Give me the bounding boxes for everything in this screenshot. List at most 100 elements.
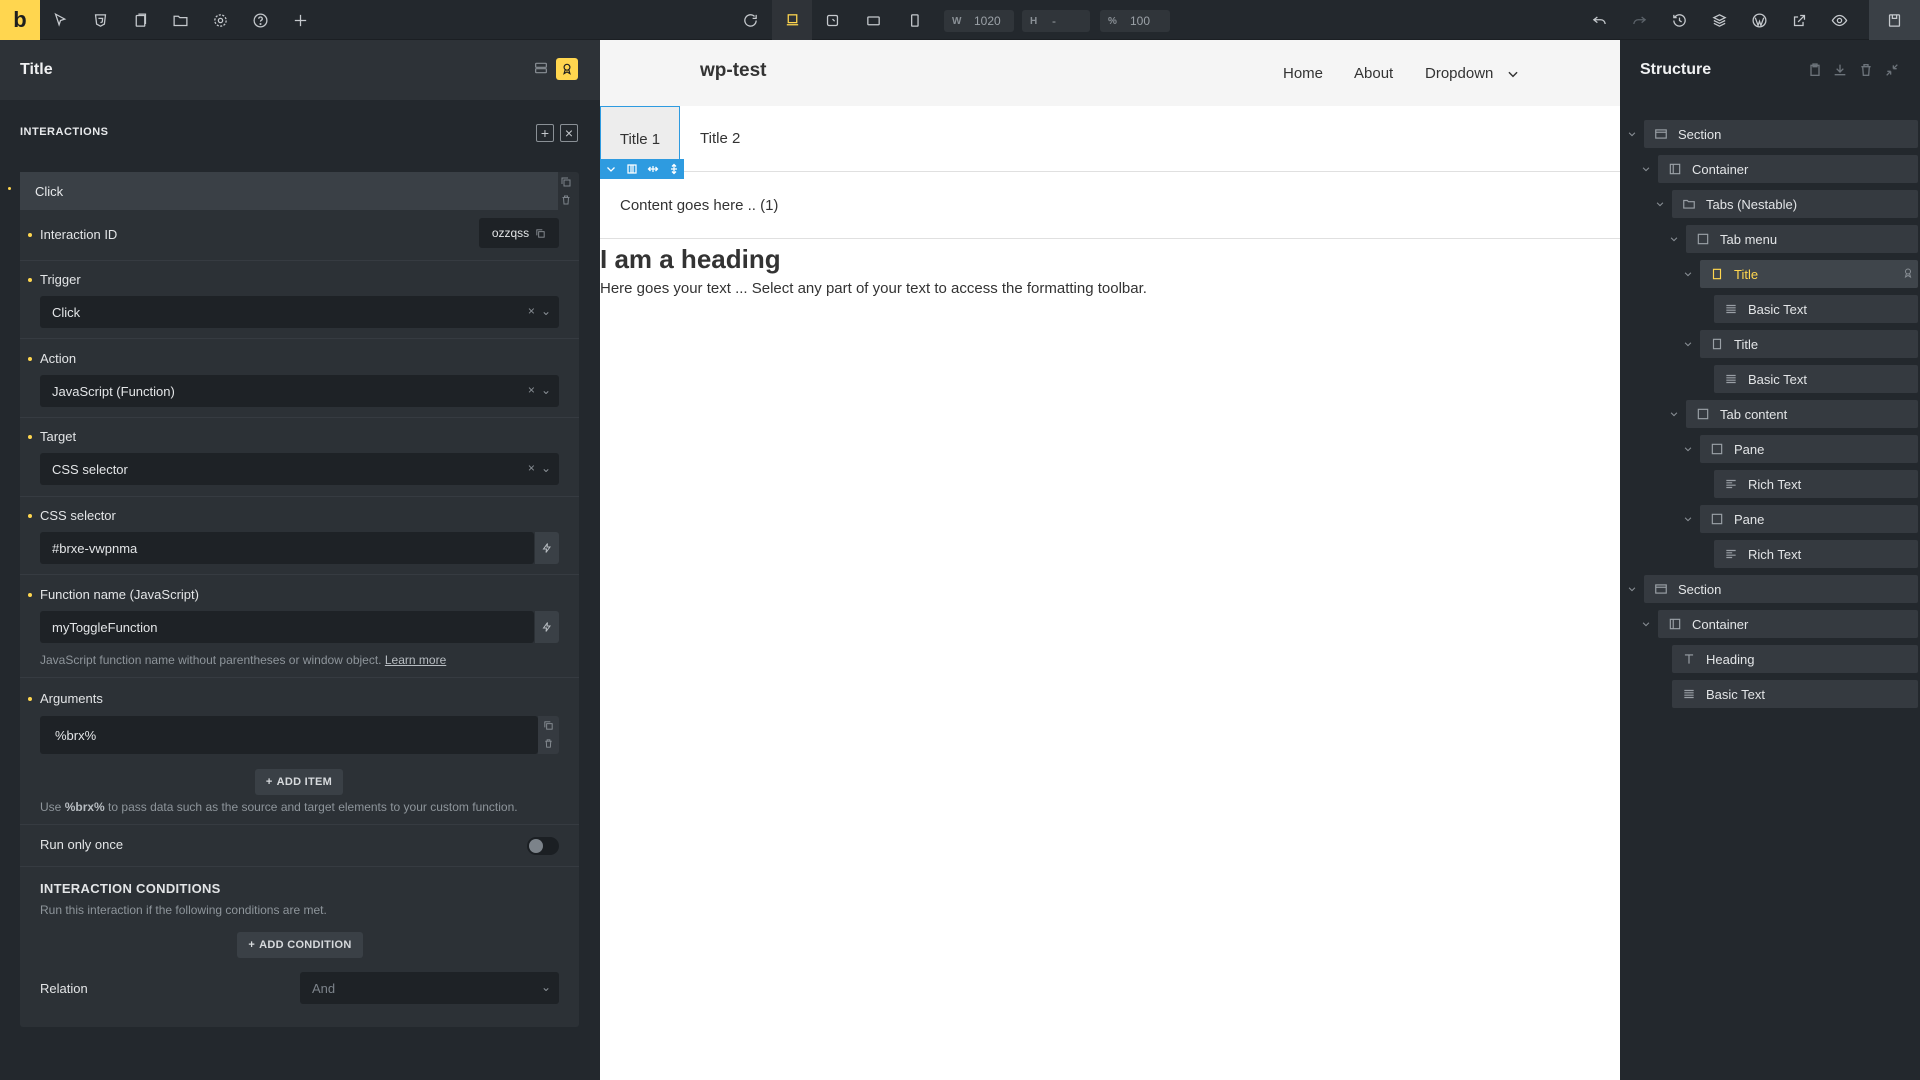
trash-icon[interactable] [1858,62,1874,78]
wordpress-icon[interactable] [1739,0,1779,40]
refresh-icon[interactable] [730,0,770,40]
tree-node-basic-text[interactable]: Basic Text [1714,365,1918,393]
tablet-landscape-icon[interactable] [812,0,852,40]
pages-icon[interactable] [120,0,160,40]
mobile-icon[interactable] [894,0,934,40]
chevron-down-icon[interactable] [1683,339,1693,349]
history-icon[interactable] [1659,0,1699,40]
layers-icon[interactable] [1699,0,1739,40]
chevron-down-icon[interactable]: ⌄ [541,304,551,318]
width-input[interactable]: W 1020 [944,10,1014,32]
learn-more-link[interactable]: Learn more [385,653,446,667]
add-item-button[interactable]: + ADD ITEM [255,769,343,795]
basic-text[interactable]: Here goes your text ... Select any part … [600,280,1147,297]
tree-node-heading[interactable]: Heading [1672,645,1918,673]
tree-node-section[interactable]: Section [1644,575,1918,603]
pane-rich-text[interactable]: Content goes here .. (1) [620,197,778,214]
chevron-down-icon[interactable] [1655,199,1665,209]
chevron-down-icon[interactable] [1683,514,1693,524]
tree-node-basic-text[interactable]: Basic Text [1714,295,1918,323]
download-icon[interactable] [1832,62,1848,78]
external-link-icon[interactable] [1779,0,1819,40]
tree-node-title[interactable]: Title [1700,330,1918,358]
save-icon[interactable] [1869,0,1920,40]
chevron-down-icon[interactable]: ⌄ [541,461,551,475]
zoom-input[interactable]: % 100 [1100,10,1170,32]
chevron-down-icon[interactable] [1669,409,1679,419]
settings-gear-icon[interactable] [200,0,240,40]
height-input[interactable]: H - [1022,10,1090,32]
site-header: wp-test Home About Dropdown [600,40,1620,106]
heading[interactable]: I am a heading [600,244,781,275]
toggle-layout-icon[interactable] [533,60,549,76]
add-interaction-icon[interactable]: + [536,124,554,142]
preview-eye-icon[interactable] [1819,0,1859,40]
duplicate-icon[interactable] [543,720,554,731]
chevron-down-icon[interactable] [1641,164,1651,174]
dropdown-chevron-icon[interactable] [1506,67,1520,81]
run-once-toggle[interactable] [527,837,559,855]
add-element-icon[interactable] [280,0,320,40]
trash-icon[interactable] [543,738,554,749]
argument-item[interactable]: %brx% [40,716,538,754]
tree-node-tabs[interactable]: Tabs (Nestable) [1672,190,1918,218]
css-selector-input[interactable]: #brxe-vwpnma [40,532,534,564]
site-title[interactable]: wp-test [700,60,767,82]
chevron-down-icon[interactable]: ⌄ [541,980,551,994]
chevron-down-icon[interactable] [1641,619,1651,629]
tab-menu: Title 1 Title 2 [600,106,1620,172]
folder-icon[interactable] [160,0,200,40]
tree-node-tab-menu[interactable]: Tab menu [1686,225,1918,253]
relation-select[interactable]: And ⌄ [300,972,559,1004]
copy-icon[interactable] [535,228,546,239]
redo-icon[interactable] [1619,0,1659,40]
undo-icon[interactable] [1579,0,1619,40]
tree-node-tab-content[interactable]: Tab content [1686,400,1918,428]
tree-node-rich-text[interactable]: Rich Text [1714,470,1918,498]
chevron-down-icon[interactable] [1683,444,1693,454]
tree-node-container[interactable]: Container [1658,155,1918,183]
interactions-badge-icon[interactable] [556,58,578,80]
interaction-id-field[interactable]: ozzqss [479,218,559,248]
chevron-down-icon[interactable]: ⌄ [541,383,551,397]
desktop-breakpoint-icon[interactable] [772,0,812,40]
clear-icon[interactable]: × [528,383,535,397]
nav-dropdown[interactable]: Dropdown [1425,65,1493,82]
tree-node-rich-text[interactable]: Rich Text [1714,540,1918,568]
tree-node-section[interactable]: Section [1644,120,1918,148]
dynamic-data-bolt-icon[interactable] [535,532,559,564]
tree-node-basic-text[interactable]: Basic Text [1672,680,1918,708]
tree-node-pane[interactable]: Pane [1700,435,1918,463]
tree-node-container[interactable]: Container [1658,610,1918,638]
tree-node-pane[interactable]: Pane [1700,505,1918,533]
action-select[interactable]: JavaScript (Function) × ⌄ [40,375,559,407]
help-icon[interactable] [240,0,280,40]
nav-home[interactable]: Home [1283,65,1323,82]
shield-icon[interactable] [80,0,120,40]
divider [20,417,579,418]
add-condition-button[interactable]: + ADD CONDITION [237,932,363,958]
chevron-down-icon[interactable] [1669,234,1679,244]
trigger-select[interactable]: Click × ⌄ [40,296,559,328]
bricks-logo[interactable]: b [0,0,40,40]
tree-node-title-selected[interactable]: Title [1700,260,1918,288]
tree-node-label: Rich Text [1748,476,1802,492]
nav-about[interactable]: About [1354,65,1393,82]
trash-icon[interactable] [560,194,576,210]
chevron-down-icon[interactable] [1627,129,1637,139]
tab-title-2[interactable]: Title 2 [700,130,740,147]
chevron-down-icon[interactable] [1683,269,1693,279]
collapse-icon[interactable] [1884,62,1900,78]
function-name-input[interactable]: myToggleFunction [40,611,534,643]
select-element-icon[interactable] [40,0,80,40]
tablet-portrait-icon[interactable] [853,0,893,40]
clear-icon[interactable]: × [528,461,535,475]
interaction-header[interactable]: Click [20,172,558,210]
dynamic-data-bolt-icon[interactable] [535,611,559,643]
duplicate-icon[interactable] [560,176,576,192]
clipboard-icon[interactable] [1807,62,1823,78]
target-select[interactable]: CSS selector × ⌄ [40,453,559,485]
clear-icon[interactable]: × [528,304,535,318]
chevron-down-icon[interactable] [1627,584,1637,594]
clear-interactions-icon[interactable]: × [560,124,578,142]
